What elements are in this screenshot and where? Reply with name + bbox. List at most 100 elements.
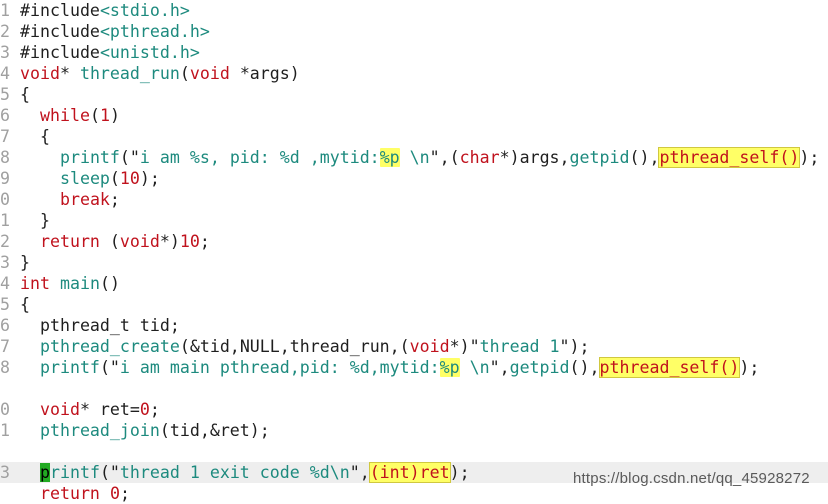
code-token: thread 1 exit code %d\n xyxy=(119,463,350,482)
code-line[interactable]: 5{ xyxy=(0,294,828,315)
search-match-highlight: pthread_self() xyxy=(658,147,801,168)
code-token: 10 xyxy=(179,232,200,251)
code-text[interactable]: #include<unistd.h> xyxy=(20,42,200,63)
code-token: ,thread_run,( xyxy=(279,337,410,356)
format-specifier-highlight: %p xyxy=(379,148,400,167)
code-text[interactable]: printf("i am main pthread,pid: %d,mytid:… xyxy=(20,357,759,378)
code-token: ) xyxy=(109,106,120,125)
code-text[interactable]: { xyxy=(20,84,30,105)
code-editor[interactable]: 1 #include<stdio.h> 2 #include<pthread.h> 3 #… xyxy=(0,0,828,503)
code-line[interactable]: 2 return (void*)10; xyxy=(0,231,828,252)
code-text[interactable]: } xyxy=(20,252,30,273)
code-line[interactable] xyxy=(0,441,828,462)
code-token: () xyxy=(99,274,120,293)
code-token: printf xyxy=(39,358,100,377)
code-token: i am main pthread,pid: %d,mytid: xyxy=(119,358,440,377)
code-token: void xyxy=(409,337,450,356)
code-text[interactable]: void* ret=0; xyxy=(20,399,160,420)
code-token: NULL xyxy=(239,337,280,356)
code-text[interactable]: pthread_t tid; xyxy=(20,315,180,336)
line-number: 7 xyxy=(0,127,10,146)
code-line[interactable]: 7 { xyxy=(0,126,828,147)
line-number: 4 xyxy=(0,274,10,293)
code-token: while xyxy=(39,106,90,125)
code-line[interactable]: 3} xyxy=(0,252,828,273)
line-number: 2 xyxy=(0,232,10,251)
code-text[interactable]: #include<pthread.h> xyxy=(20,21,210,42)
code-token: ; xyxy=(119,484,130,503)
code-text[interactable]: printf("thread 1 exit code %d\n",(int)re… xyxy=(20,462,470,483)
code-token: (), xyxy=(569,358,600,377)
code-text[interactable]: } xyxy=(20,210,50,231)
code-text[interactable]: printf("i am %s, pid: %d ,mytid:%p \n",(… xyxy=(20,147,819,168)
code-token: ); xyxy=(799,148,820,167)
code-line[interactable]: 8 printf("i am main pthread,pid: %d,myti… xyxy=(0,357,828,378)
code-token: * xyxy=(59,64,80,83)
code-token: * ret= xyxy=(79,400,140,419)
code-line[interactable]: 3 #include<unistd.h> xyxy=(0,42,828,63)
line-number: 5 xyxy=(0,85,10,104)
code-text[interactable]: sleep(10); xyxy=(20,168,160,189)
code-line[interactable]: 8 printf("i am %s, pid: %d ,mytid:%p \n"… xyxy=(0,147,828,168)
code-token: (tid,&ret); xyxy=(159,421,270,440)
code-token: return xyxy=(39,232,100,251)
code-token: ", xyxy=(489,358,510,377)
code-text[interactable]: { xyxy=(20,294,30,315)
code-token: #include xyxy=(20,1,100,20)
code-text[interactable]: pthread_join(tid,&ret); xyxy=(20,420,270,441)
code-text[interactable]: break; xyxy=(20,189,120,210)
code-token: 1 xyxy=(99,106,110,125)
code-token: thread 1 xyxy=(479,337,560,356)
code-text[interactable]: int main() xyxy=(20,273,120,294)
code-text[interactable]: pthread_create(&tid,NULL,thread_run,(voi… xyxy=(20,336,590,357)
code-line[interactable]: 2 #include<pthread.h> xyxy=(0,21,828,42)
line-number: 6 xyxy=(0,106,10,125)
code-token: "); xyxy=(559,337,590,356)
code-line[interactable]: 9 sleep(10); xyxy=(0,168,828,189)
code-line[interactable]: 0 break; xyxy=(0,189,828,210)
code-text[interactable]: return (void*)10; xyxy=(20,231,210,252)
code-token: \n xyxy=(459,358,490,377)
code-line[interactable]: 7 pthread_create(&tid,NULL,thread_run,(v… xyxy=(0,336,828,357)
code-token: ( xyxy=(89,106,100,125)
line-number: 3 xyxy=(0,43,10,62)
code-line[interactable] xyxy=(0,378,828,399)
code-token: void xyxy=(119,232,160,251)
code-line[interactable]: 0 void* ret=0; xyxy=(0,399,828,420)
code-token: ", xyxy=(349,463,370,482)
line-number: 8 xyxy=(0,148,10,167)
code-line[interactable]: 5{ xyxy=(0,84,828,105)
code-line[interactable]: 4 int main() xyxy=(0,273,828,294)
code-token: \n xyxy=(399,148,430,167)
code-text[interactable]: while(1) xyxy=(20,105,120,126)
code-line[interactable]: 6 while(1) xyxy=(0,105,828,126)
code-text[interactable]: { xyxy=(20,126,50,147)
code-token: ; xyxy=(199,232,210,251)
search-match-highlight: pthread_self() xyxy=(598,357,741,378)
line-number: 0 xyxy=(0,190,10,209)
line-number: 3 xyxy=(0,463,10,482)
code-text[interactable]: #include<stdio.h> xyxy=(20,0,190,21)
code-token: return xyxy=(39,484,100,503)
code-token: (&tid, xyxy=(179,337,240,356)
code-line[interactable]: 6 pthread_t tid; xyxy=(0,315,828,336)
code-text[interactable]: void* thread_run(void *args) xyxy=(20,63,300,84)
code-line[interactable]: 1 } xyxy=(0,210,828,231)
code-token: rintf xyxy=(49,463,100,482)
code-line[interactable]: 4 void* thread_run(void *args) xyxy=(0,63,828,84)
code-line[interactable]: 1 #include<stdio.h> xyxy=(0,0,828,21)
code-token: (), xyxy=(629,148,660,167)
line-number: 6 xyxy=(0,316,10,335)
line-number: 4 xyxy=(0,64,10,83)
code-token: #include xyxy=(20,22,100,41)
code-token: ( xyxy=(99,232,120,251)
code-token: (" xyxy=(99,358,120,377)
code-line[interactable]: 1 pthread_join(tid,&ret); xyxy=(0,420,828,441)
code-token: { xyxy=(20,295,30,314)
code-token: void xyxy=(39,400,80,419)
